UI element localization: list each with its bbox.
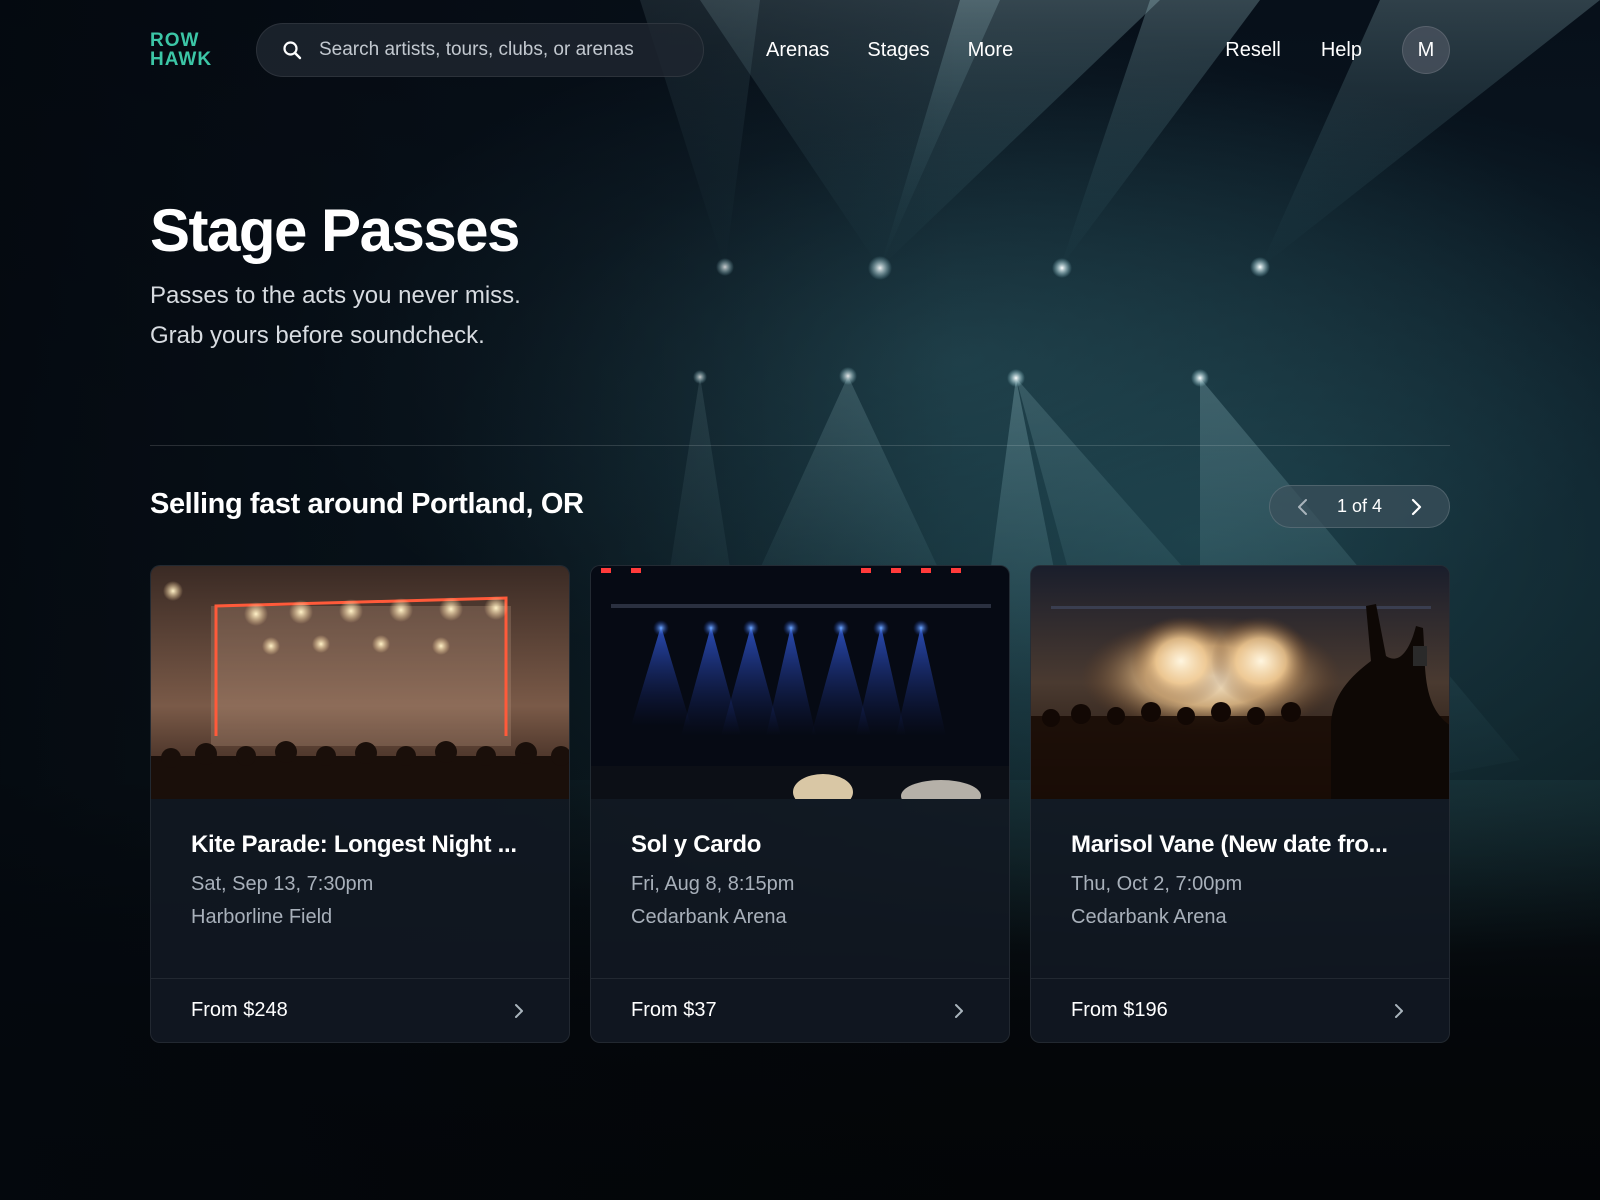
event-image [151, 566, 569, 799]
nav-link-help[interactable]: Help [1321, 39, 1362, 62]
event-price: From $248 [191, 999, 288, 1022]
brand-logo-line2: HAWK [150, 49, 213, 70]
chevron-right-icon [949, 1001, 969, 1021]
event-card-footer: From $248 [151, 978, 569, 1042]
event-card-footer: From $196 [1031, 978, 1449, 1042]
event-card-body: Marisol Vane (New date fro... Thu, Oct 2… [1031, 799, 1449, 978]
event-card-body: Kite Parade: Longest Night ... Sat, Sep … [151, 799, 569, 978]
section-title: Selling fast around Portland, OR [150, 488, 584, 520]
chevron-right-icon[interactable] [1405, 496, 1427, 518]
pager-label: 1 of 4 [1336, 496, 1383, 516]
nav-link-arenas[interactable]: Arenas [766, 39, 829, 62]
user-avatar[interactable]: M [1402, 26, 1450, 74]
nav-link-stages[interactable]: Stages [867, 39, 929, 62]
search-icon [281, 39, 303, 61]
event-card-list: Kite Parade: Longest Night ... Sat, Sep … [150, 565, 1450, 1043]
chevron-left-icon[interactable] [1292, 496, 1314, 518]
main-nav: Arenas Stages More [766, 39, 1013, 62]
nav-link-more[interactable]: More [968, 39, 1014, 62]
event-image [1031, 566, 1449, 799]
hero-subtitle-line1: Passes to the acts you never miss. [150, 282, 521, 309]
nav-link-resell[interactable]: Resell [1225, 39, 1281, 62]
search-bar[interactable] [256, 23, 704, 77]
hero-subtitle: Passes to the acts you never miss. Grab … [150, 276, 521, 356]
event-date: Thu, Oct 2, 7:00pm [1071, 872, 1243, 895]
event-card[interactable]: Kite Parade: Longest Night ... Sat, Sep … [150, 565, 570, 1043]
brand-logo-line1: ROW [150, 30, 200, 51]
event-title: Kite Parade: Longest Night ... [191, 830, 517, 858]
page-title: Stage Passes [150, 197, 520, 264]
avatar-initial: M [1417, 38, 1435, 61]
chevron-right-icon [1389, 1001, 1409, 1021]
hero-subtitle-line2: Grab yours before soundcheck. [150, 322, 485, 349]
event-price: From $196 [1071, 999, 1168, 1022]
event-venue: Cedarbank Arena [1071, 905, 1227, 928]
carousel-pager: 1 of 4 [1269, 485, 1450, 528]
event-card[interactable]: Sol y Cardo Fri, Aug 8, 8:15pm Cedarbank… [590, 565, 1010, 1043]
brand-logo[interactable]: ROW HAWK [150, 31, 240, 69]
top-navigation: ROW HAWK Arenas Stages More Resell Help … [150, 22, 1450, 78]
section-divider [150, 445, 1450, 446]
event-card[interactable]: Marisol Vane (New date fro... Thu, Oct 2… [1030, 565, 1450, 1043]
event-venue: Cedarbank Arena [631, 905, 787, 928]
secondary-nav: Resell Help M [1225, 26, 1450, 74]
event-title: Sol y Cardo [631, 830, 762, 858]
event-date: Sat, Sep 13, 7:30pm [191, 872, 374, 895]
chevron-right-icon [509, 1001, 529, 1021]
event-card-footer: From $37 [591, 978, 1009, 1042]
event-venue: Harborline Field [191, 905, 333, 928]
event-date: Fri, Aug 8, 8:15pm [631, 872, 795, 895]
event-title: Marisol Vane (New date fro... [1071, 830, 1388, 858]
event-price: From $37 [631, 999, 717, 1022]
search-input[interactable] [319, 39, 703, 61]
event-card-body: Sol y Cardo Fri, Aug 8, 8:15pm Cedarbank… [591, 799, 1009, 978]
event-image [591, 566, 1009, 799]
